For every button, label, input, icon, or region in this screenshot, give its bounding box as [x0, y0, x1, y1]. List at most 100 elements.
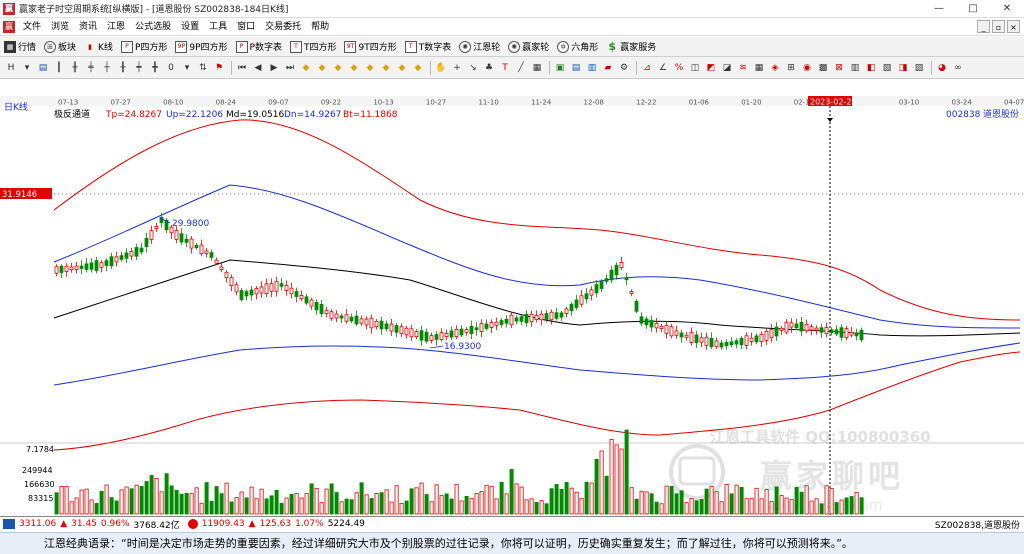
draw12-icon[interactable]: ⊠: [832, 61, 846, 75]
kline-type-icon[interactable]: ┃: [52, 61, 66, 75]
toolbar-9p-square-button[interactable]: 9P 9P四方形: [175, 40, 228, 53]
sheet-icon[interactable]: ▣: [553, 61, 567, 75]
dropdown2-icon[interactable]: ▾: [180, 61, 194, 75]
draw3-icon[interactable]: ◫: [688, 61, 702, 75]
toolbar-t-table-button[interactable]: T T数字表: [404, 40, 451, 53]
draw4-icon[interactable]: ◩: [704, 61, 718, 75]
draw15-icon[interactable]: ▧: [880, 61, 894, 75]
toolbar-hexagon-button[interactable]: ✡ 六角形: [557, 40, 598, 53]
mdi-restore-button[interactable]: ▫: [992, 20, 1005, 33]
volume-bar: [529, 498, 534, 515]
draw1-icon[interactable]: ⊿: [640, 61, 654, 75]
last-icon[interactable]: ⏭: [283, 61, 297, 75]
candle-body: [659, 326, 664, 329]
menu-gann[interactable]: 江恩: [102, 18, 130, 36]
menu-browse[interactable]: 浏览: [46, 18, 74, 36]
mdi-close-button[interactable]: ×: [1007, 20, 1020, 33]
bar2-icon[interactable]: ╂: [116, 61, 130, 75]
draw13-icon[interactable]: ▥: [848, 61, 862, 75]
toolbar-p-table-button[interactable]: P P数字表: [235, 40, 282, 53]
calendar-icon[interactable]: ▤: [36, 61, 50, 75]
period-icon[interactable]: H: [4, 61, 18, 75]
bar3-icon[interactable]: ┿: [132, 61, 146, 75]
minimize-button[interactable]: —: [922, 0, 956, 18]
cross-icon[interactable]: +: [450, 61, 464, 75]
diamond3-icon[interactable]: ◆: [331, 61, 345, 75]
diamond4-icon[interactable]: ◆: [347, 61, 361, 75]
menu-trade[interactable]: 交易委托: [260, 18, 306, 36]
diamond6-icon[interactable]: ◆: [379, 61, 393, 75]
date-tick: 03-24: [951, 99, 972, 107]
volume-bar: [464, 495, 469, 515]
draw10-icon[interactable]: ◉: [800, 61, 814, 75]
hand-icon[interactable]: ✋: [434, 61, 448, 75]
volume-bar: [119, 489, 124, 515]
bar4-icon[interactable]: ╋: [148, 61, 162, 75]
draw7-icon[interactable]: ▦: [752, 61, 766, 75]
toolbar-9t-square-button[interactable]: 9T 9T四方形: [344, 40, 397, 53]
diamond8-icon[interactable]: ◆: [411, 61, 425, 75]
volume-tick-3: 83315: [28, 494, 53, 503]
draw16-icon[interactable]: ◨: [896, 61, 910, 75]
toolbar-p-square-button[interactable]: P P四方形: [120, 40, 167, 53]
draw6-icon[interactable]: ≋: [736, 61, 750, 75]
candle2-icon[interactable]: ╪: [84, 61, 98, 75]
dropdown-icon[interactable]: ▾: [20, 61, 34, 75]
next-icon[interactable]: ▶: [267, 61, 281, 75]
menu-formula[interactable]: 公式选股: [130, 18, 176, 36]
doc-icon[interactable]: ▤: [569, 61, 583, 75]
toolbar-kline-button[interactable]: ▮ K线: [84, 40, 113, 54]
menu-help[interactable]: 帮助: [306, 18, 334, 36]
draw2-icon[interactable]: ∠: [656, 61, 670, 75]
candle-icon[interactable]: ╫: [68, 61, 82, 75]
high-price-label: 29.9800: [172, 219, 209, 229]
percent-icon[interactable]: %: [672, 61, 686, 75]
maximize-button[interactable]: □: [956, 0, 990, 18]
candle-body: [154, 226, 159, 229]
diamond1-icon[interactable]: ◆: [299, 61, 313, 75]
arrow-icon[interactable]: ↘: [466, 61, 480, 75]
kline-chart[interactable]: 07-13 07-27 08-10 08-24 09-07 09-22 10-13 10-27…: [0, 80, 1024, 515]
infinity-icon[interactable]: ∞: [951, 61, 965, 75]
draw9-icon[interactable]: ⊞: [784, 61, 798, 75]
line-icon[interactable]: ╱: [514, 61, 528, 75]
candle-body: [429, 335, 434, 341]
toolbar-sectors-button[interactable]: ⊞ 板块: [44, 40, 76, 53]
tree-icon[interactable]: ♣: [482, 61, 496, 75]
text-icon[interactable]: T: [498, 61, 512, 75]
menu-settings[interactable]: 设置: [176, 18, 204, 36]
volume-bar: [344, 498, 349, 515]
draw11-icon[interactable]: ▩: [816, 61, 830, 75]
bar-icon[interactable]: ┼: [100, 61, 114, 75]
menu-window[interactable]: 窗口: [232, 18, 260, 36]
network-icon[interactable]: ⚙: [617, 61, 631, 75]
menu-file[interactable]: 文件: [18, 18, 46, 36]
zero-icon[interactable]: 0: [164, 61, 178, 75]
close-button[interactable]: ✕: [990, 0, 1024, 18]
color-icon[interactable]: ◕: [935, 61, 949, 75]
diamond2-icon[interactable]: ◆: [315, 61, 329, 75]
candle-body: [459, 328, 464, 336]
car-icon[interactable]: ▰: [601, 61, 615, 75]
draw17-icon[interactable]: ▨: [912, 61, 926, 75]
flag-icon[interactable]: ⚑: [212, 61, 226, 75]
draw14-icon[interactable]: ◧: [864, 61, 878, 75]
first-icon[interactable]: ⏮: [235, 61, 249, 75]
grid2-icon[interactable]: ▦: [530, 61, 544, 75]
draw8-icon[interactable]: ◈: [768, 61, 782, 75]
prev-icon[interactable]: ◀: [251, 61, 265, 75]
toolbar-t-square-button[interactable]: T T四方形: [289, 40, 336, 53]
toolbar-winner-wheel-button[interactable]: ✺ 赢家轮: [508, 40, 549, 53]
toolbar-service-button[interactable]: $ 赢家服务: [606, 40, 656, 53]
draw5-icon[interactable]: ◪: [720, 61, 734, 75]
up-down-icon[interactable]: ⇅: [196, 61, 210, 75]
mdi-minimize-button[interactable]: _: [977, 20, 990, 33]
window-icon[interactable]: ▥: [585, 61, 599, 75]
toolbar-gann-wheel-button[interactable]: ✺ 江恩轮: [459, 40, 500, 53]
candle-body: [794, 323, 799, 329]
menu-tools[interactable]: 工具: [204, 18, 232, 36]
diamond7-icon[interactable]: ◆: [395, 61, 409, 75]
diamond5-icon[interactable]: ◆: [363, 61, 377, 75]
toolbar-quotes-button[interactable]: ▦ 行情: [4, 40, 36, 53]
menu-info[interactable]: 资讯: [74, 18, 102, 36]
